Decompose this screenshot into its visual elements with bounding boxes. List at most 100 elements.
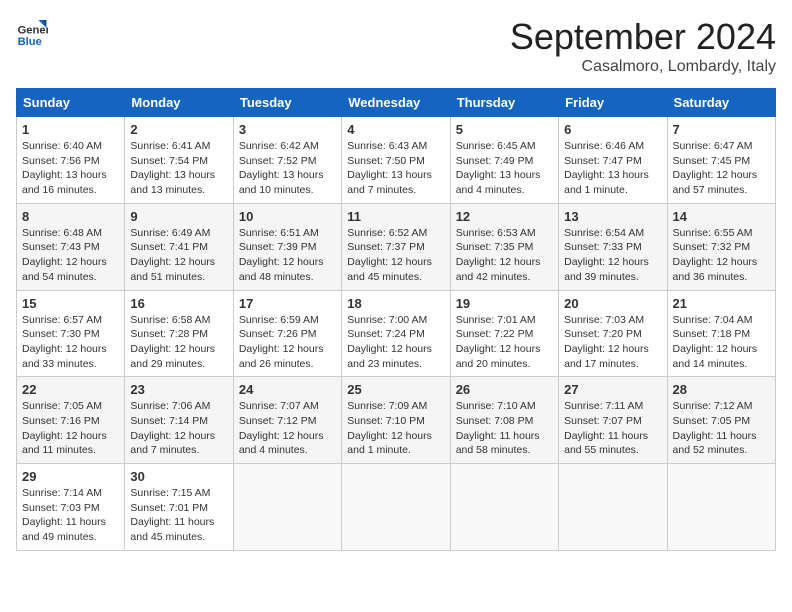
day-info: Sunrise: 7:03 AMSunset: 7:20 PMDaylight:… [564,313,661,372]
calendar-header-row: Sunday Monday Tuesday Wednesday Thursday… [17,89,776,117]
table-row: 23 Sunrise: 7:06 AMSunset: 7:14 PMDaylig… [125,377,233,464]
day-number: 30 [130,469,227,484]
col-saturday: Saturday [667,89,775,117]
table-row: 8 Sunrise: 6:48 AMSunset: 7:43 PMDayligh… [17,203,125,290]
col-wednesday: Wednesday [342,89,450,117]
logo-icon: General Blue [16,16,48,48]
table-row: 27 Sunrise: 7:11 AMSunset: 7:07 PMDaylig… [559,377,667,464]
day-info: Sunrise: 7:05 AMSunset: 7:16 PMDaylight:… [22,399,119,458]
day-info: Sunrise: 6:54 AMSunset: 7:33 PMDaylight:… [564,226,661,285]
table-row: 28 Sunrise: 7:12 AMSunset: 7:05 PMDaylig… [667,377,775,464]
svg-text:Blue: Blue [18,36,42,48]
table-row: 16 Sunrise: 6:58 AMSunset: 7:28 PMDaylig… [125,290,233,377]
day-info: Sunrise: 7:14 AMSunset: 7:03 PMDaylight:… [22,486,119,545]
day-number: 24 [239,382,336,397]
day-info: Sunrise: 7:12 AMSunset: 7:05 PMDaylight:… [673,399,770,458]
day-info: Sunrise: 6:57 AMSunset: 7:30 PMDaylight:… [22,313,119,372]
table-row: 14 Sunrise: 6:55 AMSunset: 7:32 PMDaylig… [667,203,775,290]
table-row: 12 Sunrise: 6:53 AMSunset: 7:35 PMDaylig… [450,203,558,290]
day-info: Sunrise: 6:40 AMSunset: 7:56 PMDaylight:… [22,139,119,198]
day-info: Sunrise: 7:09 AMSunset: 7:10 PMDaylight:… [347,399,444,458]
month-title: September 2024 [510,16,776,58]
day-info: Sunrise: 6:53 AMSunset: 7:35 PMDaylight:… [456,226,553,285]
table-row: 1 Sunrise: 6:40 AMSunset: 7:56 PMDayligh… [17,117,125,204]
table-row [667,464,775,551]
day-info: Sunrise: 7:04 AMSunset: 7:18 PMDaylight:… [673,313,770,372]
day-number: 14 [673,209,770,224]
col-tuesday: Tuesday [233,89,341,117]
table-row: 26 Sunrise: 7:10 AMSunset: 7:08 PMDaylig… [450,377,558,464]
day-number: 4 [347,122,444,137]
day-number: 1 [22,122,119,137]
day-info: Sunrise: 6:42 AMSunset: 7:52 PMDaylight:… [239,139,336,198]
location: Casalmoro, Lombardy, Italy [510,58,776,76]
day-info: Sunrise: 6:59 AMSunset: 7:26 PMDaylight:… [239,313,336,372]
day-number: 8 [22,209,119,224]
day-info: Sunrise: 6:43 AMSunset: 7:50 PMDaylight:… [347,139,444,198]
day-info: Sunrise: 7:15 AMSunset: 7:01 PMDaylight:… [130,486,227,545]
day-info: Sunrise: 7:00 AMSunset: 7:24 PMDaylight:… [347,313,444,372]
day-info: Sunrise: 7:06 AMSunset: 7:14 PMDaylight:… [130,399,227,458]
day-number: 16 [130,296,227,311]
day-number: 10 [239,209,336,224]
col-friday: Friday [559,89,667,117]
day-info: Sunrise: 6:58 AMSunset: 7:28 PMDaylight:… [130,313,227,372]
table-row: 30 Sunrise: 7:15 AMSunset: 7:01 PMDaylig… [125,464,233,551]
day-info: Sunrise: 6:51 AMSunset: 7:39 PMDaylight:… [239,226,336,285]
table-row: 4 Sunrise: 6:43 AMSunset: 7:50 PMDayligh… [342,117,450,204]
day-info: Sunrise: 6:52 AMSunset: 7:37 PMDaylight:… [347,226,444,285]
table-row: 7 Sunrise: 6:47 AMSunset: 7:45 PMDayligh… [667,117,775,204]
col-monday: Monday [125,89,233,117]
day-info: Sunrise: 6:49 AMSunset: 7:41 PMDaylight:… [130,226,227,285]
page-header: General Blue September 2024 Casalmoro, L… [16,16,776,76]
table-row: 9 Sunrise: 6:49 AMSunset: 7:41 PMDayligh… [125,203,233,290]
table-row [342,464,450,551]
logo: General Blue [16,16,52,48]
day-number: 20 [564,296,661,311]
table-row: 21 Sunrise: 7:04 AMSunset: 7:18 PMDaylig… [667,290,775,377]
table-row: 25 Sunrise: 7:09 AMSunset: 7:10 PMDaylig… [342,377,450,464]
table-row [559,464,667,551]
day-info: Sunrise: 7:10 AMSunset: 7:08 PMDaylight:… [456,399,553,458]
table-row: 6 Sunrise: 6:46 AMSunset: 7:47 PMDayligh… [559,117,667,204]
calendar-table: Sunday Monday Tuesday Wednesday Thursday… [16,88,776,551]
table-row: 13 Sunrise: 6:54 AMSunset: 7:33 PMDaylig… [559,203,667,290]
day-number: 11 [347,209,444,224]
table-row: 20 Sunrise: 7:03 AMSunset: 7:20 PMDaylig… [559,290,667,377]
day-info: Sunrise: 6:48 AMSunset: 7:43 PMDaylight:… [22,226,119,285]
table-row: 19 Sunrise: 7:01 AMSunset: 7:22 PMDaylig… [450,290,558,377]
day-number: 7 [673,122,770,137]
table-row: 18 Sunrise: 7:00 AMSunset: 7:24 PMDaylig… [342,290,450,377]
day-number: 15 [22,296,119,311]
day-info: Sunrise: 7:01 AMSunset: 7:22 PMDaylight:… [456,313,553,372]
day-number: 3 [239,122,336,137]
day-number: 25 [347,382,444,397]
day-number: 23 [130,382,227,397]
day-number: 21 [673,296,770,311]
svg-text:General: General [18,25,48,37]
day-info: Sunrise: 6:45 AMSunset: 7:49 PMDaylight:… [456,139,553,198]
col-sunday: Sunday [17,89,125,117]
day-number: 9 [130,209,227,224]
table-row: 29 Sunrise: 7:14 AMSunset: 7:03 PMDaylig… [17,464,125,551]
table-row: 22 Sunrise: 7:05 AMSunset: 7:16 PMDaylig… [17,377,125,464]
day-number: 28 [673,382,770,397]
table-row: 10 Sunrise: 6:51 AMSunset: 7:39 PMDaylig… [233,203,341,290]
day-number: 19 [456,296,553,311]
table-row: 15 Sunrise: 6:57 AMSunset: 7:30 PMDaylig… [17,290,125,377]
day-number: 5 [456,122,553,137]
table-row: 11 Sunrise: 6:52 AMSunset: 7:37 PMDaylig… [342,203,450,290]
day-number: 27 [564,382,661,397]
table-row: 24 Sunrise: 7:07 AMSunset: 7:12 PMDaylig… [233,377,341,464]
day-number: 12 [456,209,553,224]
day-number: 2 [130,122,227,137]
day-info: Sunrise: 6:41 AMSunset: 7:54 PMDaylight:… [130,139,227,198]
day-number: 26 [456,382,553,397]
table-row: 3 Sunrise: 6:42 AMSunset: 7:52 PMDayligh… [233,117,341,204]
table-row [450,464,558,551]
col-thursday: Thursday [450,89,558,117]
day-info: Sunrise: 6:46 AMSunset: 7:47 PMDaylight:… [564,139,661,198]
day-number: 17 [239,296,336,311]
day-info: Sunrise: 6:55 AMSunset: 7:32 PMDaylight:… [673,226,770,285]
day-info: Sunrise: 7:11 AMSunset: 7:07 PMDaylight:… [564,399,661,458]
